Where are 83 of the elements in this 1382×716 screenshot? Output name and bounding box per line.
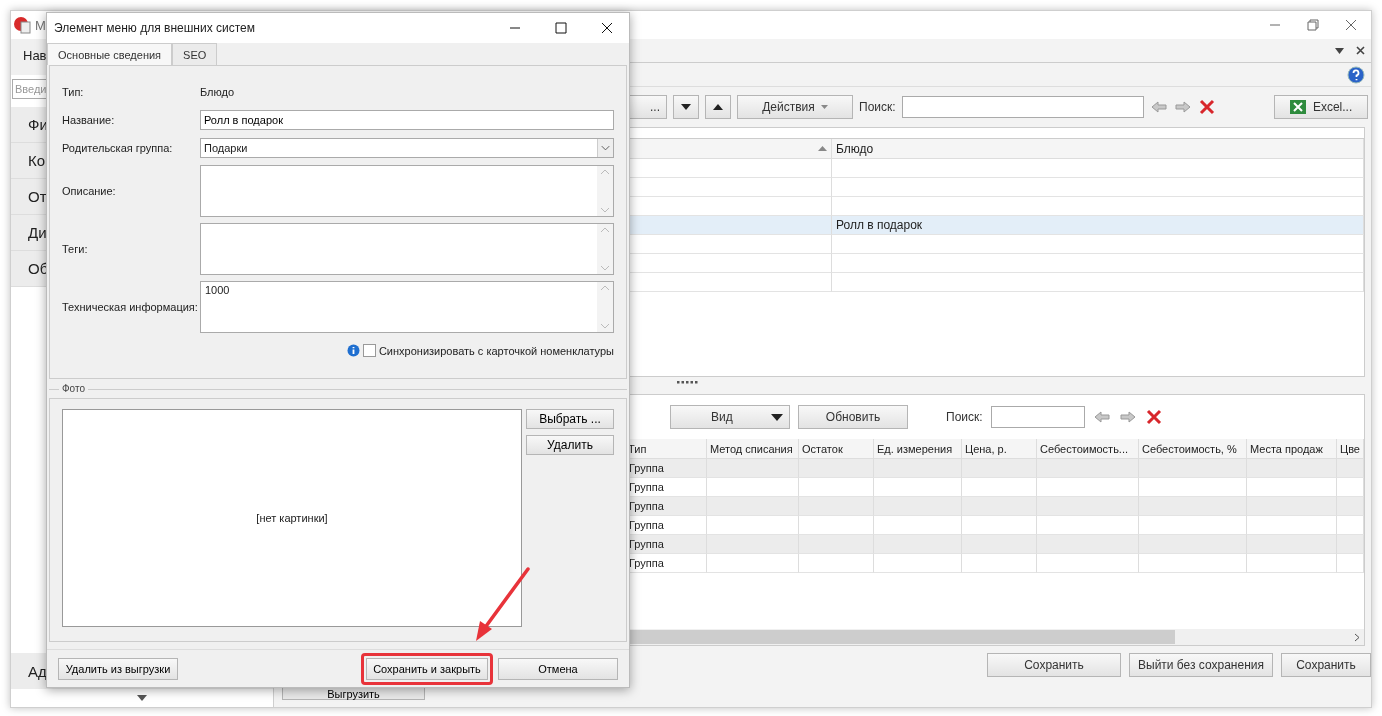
move-up-button[interactable] <box>705 95 731 119</box>
sync-checkbox[interactable] <box>362 344 376 357</box>
field-label: Теги: <box>62 243 89 255</box>
dialog-button[interactable]: Отмена <box>498 657 618 680</box>
footer-button[interactable]: Сохранить <box>987 653 1121 677</box>
text-area[interactable] <box>200 223 614 275</box>
actions-dropdown[interactable]: Действия <box>737 95 853 119</box>
dialog-title: Элемент меню для внешних систем <box>54 21 255 35</box>
clear-icon[interactable] <box>1197 99 1216 115</box>
table-row[interactable] <box>832 197 1364 216</box>
search-field[interactable] <box>990 406 1085 428</box>
footer-button[interactable]: Выйти без сохранения <box>1129 653 1273 677</box>
photo-button[interactable]: Выбрать ... <box>526 409 614 429</box>
refresh-button[interactable]: Обновить <box>798 405 908 429</box>
footer-button[interactable]: Сохранить <box>1281 653 1371 677</box>
group-select[interactable]: Подарки <box>200 138 614 158</box>
name-field[interactable]: Ролл в подарок <box>200 110 614 130</box>
table-cell <box>1337 535 1364 554</box>
table-row[interactable] <box>832 254 1364 273</box>
column-header[interactable]: Цве <box>1337 439 1364 459</box>
field-value: Блюдо <box>200 86 236 98</box>
window-title: М <box>35 17 46 33</box>
caret-down-icon <box>771 413 783 421</box>
info-icon <box>346 344 360 357</box>
caret-down-icon <box>820 105 828 109</box>
tab[interactable]: Основные сведения <box>47 43 173 65</box>
app-logo-icon <box>13 16 31 34</box>
view-dropdown[interactable]: Вид <box>670 405 790 429</box>
table-row[interactable] <box>832 178 1364 197</box>
expand-icon[interactable] <box>137 695 147 701</box>
chevron-down-icon[interactable] <box>597 139 613 157</box>
forward-arrow-icon[interactable] <box>1173 99 1192 115</box>
caret-up-icon <box>713 104 723 110</box>
sync-label: Синхронизировать с карточкой номенклатуры <box>378 344 614 357</box>
column-header[interactable]: Себестоимость... <box>1037 439 1139 459</box>
move-down-button[interactable] <box>673 95 699 119</box>
field-label: Название: <box>62 114 116 126</box>
column-header[interactable]: Себестоимость, % <box>1139 439 1247 459</box>
dropdown-icon[interactable] <box>1335 47 1344 54</box>
text-area[interactable]: 1000 <box>200 281 614 333</box>
scrollbar[interactable] <box>597 282 613 332</box>
column-header[interactable]: Метод списания <box>707 439 799 459</box>
table-row[interactable] <box>832 273 1364 292</box>
search-label: Поиск: <box>946 410 983 424</box>
maximize-icon[interactable] <box>555 22 567 34</box>
table-cell <box>1337 497 1364 516</box>
back-arrow-icon[interactable] <box>1092 409 1111 425</box>
close-icon[interactable] <box>601 22 613 34</box>
search-label: Поиск: <box>859 100 896 114</box>
table-cell <box>1337 459 1364 478</box>
column-header[interactable]: Цена, р. <box>962 439 1037 459</box>
scrollbar[interactable] <box>597 166 613 216</box>
back-arrow-icon[interactable] <box>1149 99 1168 115</box>
field-label: Описание: <box>62 185 117 197</box>
restore-icon[interactable] <box>1307 19 1319 31</box>
spreadsheet-icon <box>1288 99 1307 115</box>
field-label: Родительская группа: <box>62 142 174 154</box>
help-icon[interactable] <box>1347 65 1365 84</box>
photo-button[interactable]: Удалить <box>526 435 614 455</box>
splitter-grip-icon[interactable] <box>676 381 699 384</box>
column-header[interactable]: Ед. измерения <box>874 439 962 459</box>
sort-ascending-icon[interactable] <box>818 146 827 151</box>
column-header[interactable]: Места продаж <box>1247 439 1337 459</box>
excel-export-button[interactable]: Excel... <box>1273 95 1368 119</box>
table-row[interactable]: Ролл в подарок <box>832 216 1364 235</box>
group-title: Фото <box>59 383 88 394</box>
image-field[interactable]: [нет картинки] <box>62 409 522 627</box>
dialog-button[interactable]: Сохранить и закрыть <box>366 657 488 680</box>
table-row[interactable] <box>832 159 1364 178</box>
dialog-button[interactable]: Удалить из выгрузки <box>58 657 178 680</box>
clear-icon[interactable] <box>1144 409 1163 425</box>
field-label: Техническая информация: <box>62 301 199 313</box>
scrollbar[interactable] <box>597 224 613 274</box>
caret-down-icon <box>681 104 691 110</box>
column-header[interactable]: Остаток <box>799 439 874 459</box>
search-field[interactable] <box>901 96 1144 118</box>
scroll-right-icon[interactable] <box>1354 632 1360 642</box>
text-area[interactable] <box>200 165 614 217</box>
column-header[interactable]: Блюдо <box>832 139 1364 159</box>
table-row[interactable] <box>832 235 1364 254</box>
close-icon[interactable] <box>1356 46 1365 55</box>
tab[interactable]: SEO <box>172 43 218 65</box>
forward-arrow-icon[interactable] <box>1118 409 1137 425</box>
